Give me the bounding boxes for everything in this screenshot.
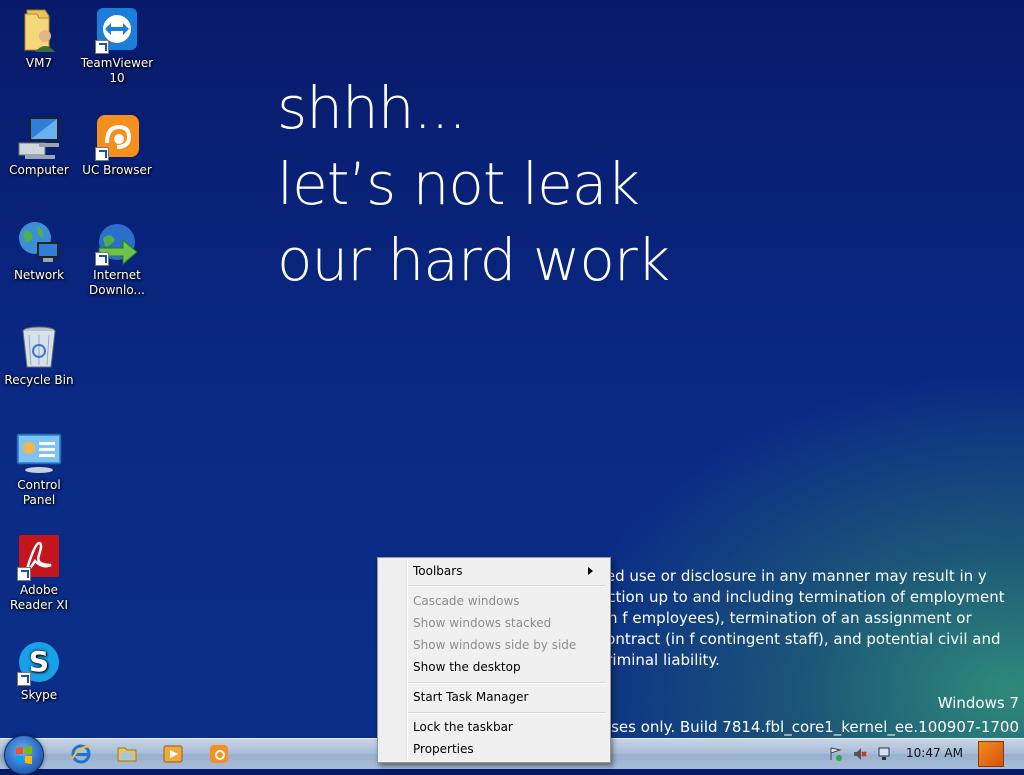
menu-separator xyxy=(408,682,606,684)
menu-item-label: Show the desktop xyxy=(413,660,521,674)
menu-item-show-the-desktop[interactable]: Show the desktop xyxy=(413,657,603,677)
menu-item-lock-the-taskbar[interactable]: Lock the taskbar xyxy=(413,717,603,737)
headline-line: our hard work xyxy=(277,226,670,294)
desktop-icon-adobe-reader[interactable]: Adobe Reader XI xyxy=(0,533,78,613)
menu-separator xyxy=(408,585,606,587)
desktop-icon-label: VM7 xyxy=(25,56,53,70)
windows-logo-icon xyxy=(16,746,32,764)
menu-item-cascade-windows[interactable]: Cascade windows xyxy=(413,591,603,611)
desktop-icon-label: Network xyxy=(13,268,65,282)
teamviewer-icon xyxy=(93,6,141,54)
desktop-icon-label: Recycle Bin xyxy=(4,373,74,387)
menu-item-start-task-manager[interactable]: Start Task Manager xyxy=(413,687,603,707)
taskbar-uc-browser[interactable] xyxy=(202,741,236,767)
headline-line: shhh... xyxy=(277,74,467,142)
menu-item-show-windows-stacked[interactable]: Show windows stacked xyxy=(413,613,603,633)
headline-line: let’s not leak xyxy=(277,150,640,218)
desktop-icon-teamviewer[interactable]: TeamViewer 10 xyxy=(78,6,156,86)
taskbar-media-player[interactable] xyxy=(156,741,190,767)
computer-icon xyxy=(15,113,63,161)
desktop-icon-label: Internet Downlo... xyxy=(89,268,145,297)
network-tray-icon xyxy=(878,747,890,760)
desktop-icon-vm7[interactable]: VM7 xyxy=(0,6,78,71)
taskbar-windows-explorer[interactable] xyxy=(110,741,144,767)
desktop-icon-uc-browser[interactable]: UC Browser xyxy=(78,113,156,178)
menu-item-label: Show windows side by side xyxy=(413,638,577,652)
shortcut-arrow-icon xyxy=(17,567,31,581)
desktop-icon-network[interactable]: Network xyxy=(0,218,78,283)
menu-gutter xyxy=(406,560,408,760)
menu-item-label: Show windows stacked xyxy=(413,616,552,630)
taskbar-internet-explorer[interactable] xyxy=(64,741,98,767)
taskbar-context-menu: Toolbars Cascade windows Show windows st… xyxy=(377,557,611,763)
desktop-icon-skype[interactable]: S Skype xyxy=(0,638,78,703)
media-player-icon xyxy=(163,745,183,763)
internet-download-manager-icon xyxy=(93,218,141,266)
tray-network[interactable] xyxy=(874,741,894,767)
menu-item-toolbars[interactable]: Toolbars xyxy=(413,561,603,581)
menu-item-show-windows-side-by-side[interactable]: Show windows side by side xyxy=(413,635,603,655)
menu-separator xyxy=(408,712,606,714)
shortcut-arrow-icon xyxy=(17,672,31,686)
show-desktop-button[interactable] xyxy=(978,741,1004,767)
menu-item-label: Cascade windows xyxy=(413,594,520,608)
action-center-icon xyxy=(830,747,842,761)
skype-icon: S xyxy=(15,638,63,686)
control-panel-icon xyxy=(15,428,63,476)
adobe-reader-icon xyxy=(15,533,63,581)
desktop-icon-recycle-bin[interactable]: Recycle Bin xyxy=(0,323,78,388)
desktop-icon-label: TeamViewer 10 xyxy=(80,56,154,85)
uc-browser-icon xyxy=(93,113,141,161)
menu-item-properties[interactable]: Properties xyxy=(413,739,603,759)
desktop-icon-internet-download-manager[interactable]: Internet Downlo... xyxy=(78,218,156,298)
recycle-bin-icon xyxy=(15,323,63,371)
internet-explorer-icon xyxy=(71,744,91,764)
menu-item-label: Toolbars xyxy=(413,564,463,578)
start-button[interactable] xyxy=(4,735,44,775)
uc-browser-icon xyxy=(210,745,228,763)
menu-item-label: Properties xyxy=(413,742,474,756)
build-watermark: purposes only. Build 7814.fbl_core1_kern… xyxy=(567,718,1019,736)
network-icon xyxy=(15,218,63,266)
tray-action-center[interactable] xyxy=(826,741,846,767)
desktop-icon-label: Computer xyxy=(9,163,69,177)
legal-notice: zed use or disclosure in any manner may … xyxy=(598,567,1005,669)
menu-item-label: Lock the taskbar xyxy=(413,720,513,734)
svg-text:S: S xyxy=(29,645,49,678)
desktop-icon-computer[interactable]: Computer xyxy=(0,113,78,178)
taskbar-clock[interactable]: 10:47 AM xyxy=(906,746,963,760)
wallpaper-headline: shhh... let’s not leak our hard work xyxy=(277,70,670,298)
os-watermark: Windows 7 xyxy=(937,694,1019,712)
folder-user-icon xyxy=(15,6,63,54)
shortcut-arrow-icon xyxy=(95,40,109,54)
desktop-icon-label: Adobe Reader XI xyxy=(9,583,69,612)
shortcut-arrow-icon xyxy=(95,147,109,161)
desktop-icon-label: Skype xyxy=(20,688,58,702)
shortcut-arrow-icon xyxy=(95,252,109,266)
menu-item-label: Start Task Manager xyxy=(413,690,529,704)
desktop-icon-label: UC Browser xyxy=(82,163,152,177)
submenu-arrow-icon xyxy=(588,567,593,575)
desktop-icon-control-panel[interactable]: Control Panel xyxy=(0,428,78,508)
desktop-icon-label: Control Panel xyxy=(17,478,61,507)
windows-explorer-icon xyxy=(117,747,137,762)
volume-muted-icon xyxy=(854,748,867,760)
tray-volume[interactable] xyxy=(850,741,870,767)
